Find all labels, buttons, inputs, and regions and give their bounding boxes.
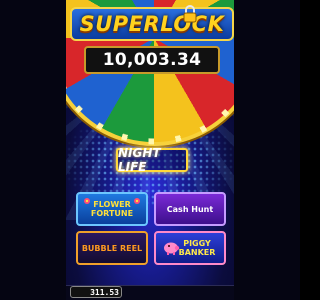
flower-icon [134,198,140,204]
game-tile-cash-hunt[interactable]: Cash Hunt [154,192,226,226]
lock-icon [183,5,197,23]
game-tile-piggy-banker[interactable]: PIGGY BANKER [154,231,226,265]
game-tile-label: Cash Hunt [166,204,214,214]
balance-value: 311.53 [90,287,119,297]
title-banner: SUPERLOCK [70,7,234,41]
game-tile-bubble-reel[interactable]: BUBBLE REEL [76,231,148,265]
game-tile-label: BUBBLE REEL [81,243,143,253]
featured-game-logo[interactable]: NIGHT LIFE [116,146,188,174]
balance-display: 311.53 [70,286,122,298]
featured-game-label: NIGHT LIFE [118,146,161,174]
app-frame: SUPERLOCK 10,003.34 NIGHT LIFE FLOWER FO… [0,0,300,300]
footer-bar: 311.53 [66,285,234,300]
jackpot-display: 10,003.34 [84,46,220,74]
pig-icon [164,242,180,255]
game-tile-flower-fortune[interactable]: FLOWER FORTUNE [76,192,148,226]
flower-icon [84,198,90,204]
game-title: SUPERLOCK [79,12,225,36]
jackpot-value: 10,003.34 [102,50,202,70]
game-lobby-screen: SUPERLOCK 10,003.34 NIGHT LIFE FLOWER FO… [66,0,234,300]
